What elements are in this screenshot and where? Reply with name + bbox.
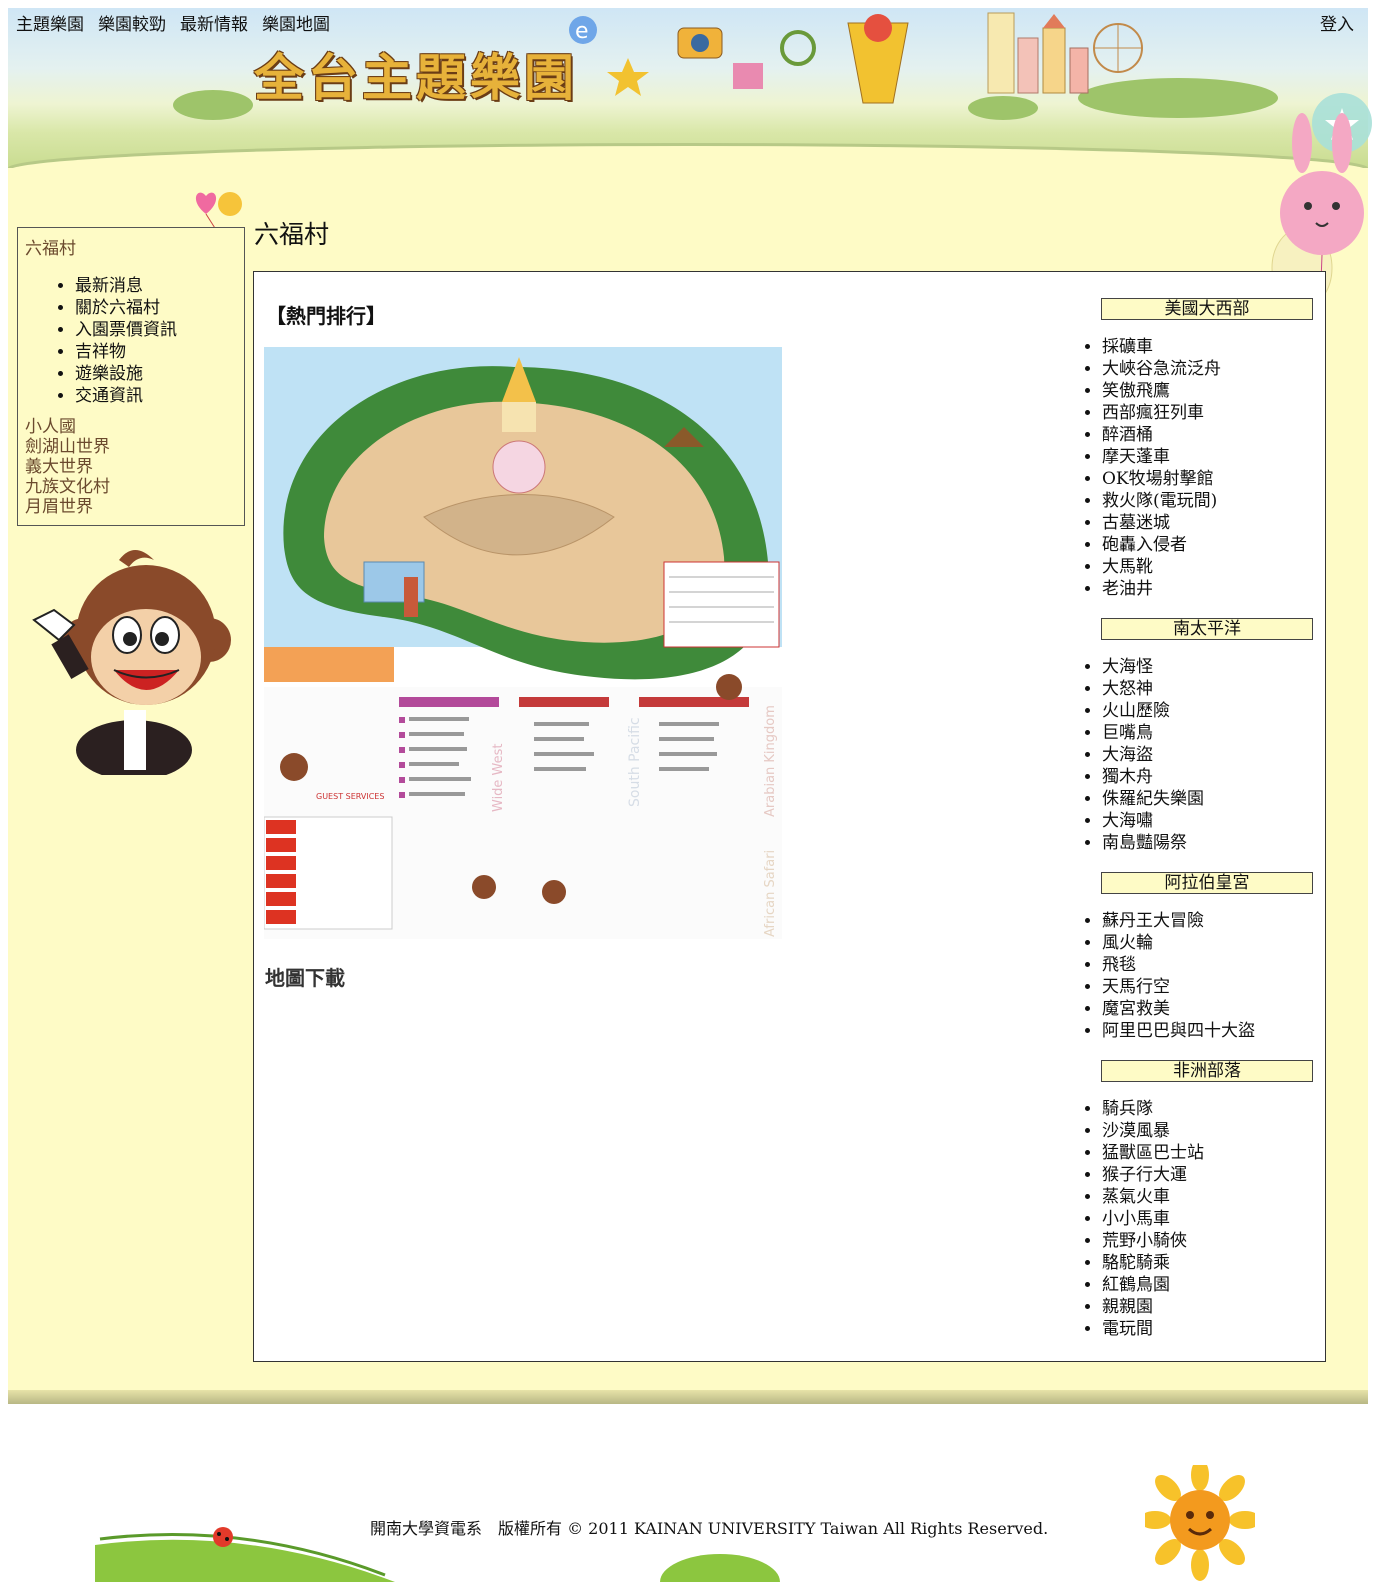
map-label-south-pacific: South Pacific bbox=[627, 717, 643, 807]
band-bottom-edge bbox=[8, 1390, 1368, 1404]
ride-item: 紅鶴鳥園 bbox=[1102, 1274, 1314, 1296]
page-title: 六福村 bbox=[254, 220, 330, 249]
ride-item: 獨木舟 bbox=[1102, 766, 1314, 788]
festive-icons-decoration: e bbox=[569, 14, 909, 104]
topnav-park-compare[interactable]: 樂園較勁 bbox=[98, 10, 166, 35]
header-banner: e 主題樂園 樂園較勁 最新情報 樂園地圖 登入 全台主題樂園 bbox=[8, 8, 1368, 168]
ride-item: 大峽谷急流泛舟 bbox=[1102, 358, 1314, 380]
sidebar-item-about[interactable]: 關於六福村 bbox=[75, 297, 237, 319]
ride-item: 巨嘴鳥 bbox=[1102, 722, 1314, 744]
topnav-latest-news[interactable]: 最新情報 bbox=[180, 10, 248, 35]
topnav-park-map[interactable]: 樂園地圖 bbox=[262, 10, 330, 35]
bush-decoration bbox=[968, 96, 1038, 120]
sunflower-icon bbox=[1145, 1465, 1255, 1581]
map-label-wide-west: Wide West bbox=[491, 743, 506, 812]
ride-item: 親親園 bbox=[1102, 1296, 1314, 1318]
ride-item: 猛獸區巴士站 bbox=[1102, 1142, 1314, 1164]
map-label-arabian-kingdom: Arabian Kingdom bbox=[763, 705, 778, 817]
ride-item: 醉酒桶 bbox=[1102, 424, 1314, 446]
sidebar-current-park: 六福村 bbox=[25, 239, 76, 259]
ride-item: 天馬行空 bbox=[1102, 976, 1314, 998]
ride-item: 猴子行大運 bbox=[1102, 1164, 1314, 1186]
sidebar-park-link[interactable]: 劍湖山世界 bbox=[25, 437, 237, 457]
ride-list: 採礦車 大峽谷急流泛舟 笑傲飛鷹 西部瘋狂列車 醉酒桶 摩天蓬車 OK牧場射擊館… bbox=[1084, 336, 1314, 600]
left-sidebar: 六福村 最新消息 關於六福村 入園票價資訊 吉祥物 遊樂設施 交通資訊 小人國 … bbox=[17, 227, 245, 526]
ride-item: 西部瘋狂列車 bbox=[1102, 402, 1314, 424]
ride-list: 騎兵隊 沙漠風暴 猛獸區巴士站 猴子行大運 蒸氣火車 小小馬車 荒野小騎俠 駱駝… bbox=[1084, 1098, 1314, 1340]
ride-item: 大海盜 bbox=[1102, 744, 1314, 766]
ride-item: 大海怪 bbox=[1102, 656, 1314, 678]
monkey-mascot-illustration bbox=[32, 550, 231, 775]
map-download-link[interactable]: 地圖下載 bbox=[265, 962, 345, 991]
zone-heading: 南太平洋 bbox=[1101, 618, 1313, 640]
site-title: 全台主題樂園 bbox=[254, 48, 578, 107]
zone-arabian-palace: 阿拉伯皇宮 蘇丹王大冒險 風火輪 飛毯 天馬行空 魔宮救美 阿里巴巴與四十大盜 bbox=[1084, 872, 1314, 1042]
ride-item: 大怒神 bbox=[1102, 678, 1314, 700]
zone-heading: 美國大西部 bbox=[1101, 298, 1313, 320]
ride-item: 古墓迷城 bbox=[1102, 512, 1314, 534]
sidebar-item-news[interactable]: 最新消息 bbox=[75, 275, 237, 297]
zone-south-pacific: 南太平洋 大海怪 大怒神 火山歷險 巨嘴鳥 大海盜 獨木舟 侏羅紀失樂園 大海嘯… bbox=[1084, 618, 1314, 854]
content-panel: 【熱門排行】 Wide West South Pacific Arabian K… bbox=[253, 271, 1326, 1362]
ride-item: 電玩間 bbox=[1102, 1318, 1314, 1340]
city-buildings-illustration bbox=[987, 12, 1143, 94]
green-bush-decoration bbox=[660, 1554, 780, 1582]
ride-list: 蘇丹王大冒險 風火輪 飛毯 天馬行空 魔宮救美 阿里巴巴與四十大盜 bbox=[1084, 910, 1314, 1042]
footer-copyright: 開南大學資電系 版權所有 © 2011 KAINAN UNIVERSITY Ta… bbox=[370, 1519, 1049, 1538]
sidebar-item-rides[interactable]: 遊樂設施 bbox=[75, 363, 237, 385]
ride-item: 沙漠風暴 bbox=[1102, 1120, 1314, 1142]
ride-item: OK牧場射擊館 bbox=[1102, 468, 1314, 490]
zone-heading: 阿拉伯皇宮 bbox=[1101, 872, 1313, 894]
sidebar-submenu: 最新消息 關於六福村 入園票價資訊 吉祥物 遊樂設施 交通資訊 bbox=[25, 275, 237, 407]
ride-item: 摩天蓬車 bbox=[1102, 446, 1314, 468]
sidebar-item-transport[interactable]: 交通資訊 bbox=[75, 385, 237, 407]
zone-heading: 非洲部落 bbox=[1101, 1060, 1313, 1082]
ride-item: 侏羅紀失樂園 bbox=[1102, 788, 1314, 810]
hot-ranking-heading: 【熱門排行】 bbox=[266, 304, 386, 328]
ride-item: 飛毯 bbox=[1102, 954, 1314, 976]
ride-item: 蘇丹王大冒險 bbox=[1102, 910, 1314, 932]
ride-item: 火山歷險 bbox=[1102, 700, 1314, 722]
ride-item: 大海嘯 bbox=[1102, 810, 1314, 832]
park-map-image[interactable]: Wide West South Pacific Arabian Kingdom … bbox=[264, 347, 782, 939]
top-navigation: 主題樂園 樂園較勁 最新情報 樂園地圖 bbox=[16, 10, 330, 35]
ride-item: 大馬靴 bbox=[1102, 556, 1314, 578]
sidebar-item-tickets[interactable]: 入園票價資訊 bbox=[75, 319, 237, 341]
ride-item: 魔宮救美 bbox=[1102, 998, 1314, 1020]
ride-item: 採礦車 bbox=[1102, 336, 1314, 358]
ride-list: 大海怪 大怒神 火山歷險 巨嘴鳥 大海盜 獨木舟 侏羅紀失樂園 大海嘯 南島豔陽… bbox=[1084, 656, 1314, 854]
ride-item: 南島豔陽祭 bbox=[1102, 832, 1314, 854]
bush-decoration bbox=[173, 90, 253, 120]
ride-item: 荒野小騎俠 bbox=[1102, 1230, 1314, 1252]
map-label-african-safari: African Safari bbox=[763, 850, 778, 937]
ride-item: 騎兵隊 bbox=[1102, 1098, 1314, 1120]
sidebar-park-link[interactable]: 小人國 bbox=[25, 417, 237, 437]
ride-item: 駱駝騎乘 bbox=[1102, 1252, 1314, 1274]
ride-item: 小小馬車 bbox=[1102, 1208, 1314, 1230]
ride-item: 阿里巴巴與四十大盜 bbox=[1102, 1020, 1314, 1042]
ride-item: 風火輪 bbox=[1102, 932, 1314, 954]
zone-wild-west: 美國大西部 採礦車 大峽谷急流泛舟 笑傲飛鷹 西部瘋狂列車 醉酒桶 摩天蓬車 O… bbox=[1084, 298, 1314, 600]
sidebar-park-link[interactable]: 義大世界 bbox=[25, 457, 237, 477]
ride-item: 笑傲飛鷹 bbox=[1102, 380, 1314, 402]
login-link[interactable]: 登入 bbox=[1320, 10, 1354, 35]
sidebar-park-link[interactable]: 九族文化村 bbox=[25, 477, 237, 497]
topnav-theme-parks[interactable]: 主題樂園 bbox=[16, 10, 84, 35]
ride-zones: 美國大西部 採礦車 大峽谷急流泛舟 笑傲飛鷹 西部瘋狂列車 醉酒桶 摩天蓬車 O… bbox=[1084, 298, 1314, 1358]
leaf-ladybug-decoration bbox=[95, 1527, 395, 1582]
ride-item: 救火隊(電玩間) bbox=[1102, 490, 1314, 512]
map-label-guest-services: GUEST SERVICES bbox=[316, 792, 384, 801]
sidebar-park-link[interactable]: 月眉世界 bbox=[25, 497, 237, 517]
header-wave-divider bbox=[8, 146, 1368, 168]
ride-item: 蒸氣火車 bbox=[1102, 1186, 1314, 1208]
ride-item: 砲轟入侵者 bbox=[1102, 534, 1314, 556]
zone-african-tribe: 非洲部落 騎兵隊 沙漠風暴 猛獸區巴士站 猴子行大運 蒸氣火車 小小馬車 荒野小… bbox=[1084, 1060, 1314, 1340]
sidebar-item-mascot[interactable]: 吉祥物 bbox=[75, 341, 237, 363]
ride-item: 老油井 bbox=[1102, 578, 1314, 600]
